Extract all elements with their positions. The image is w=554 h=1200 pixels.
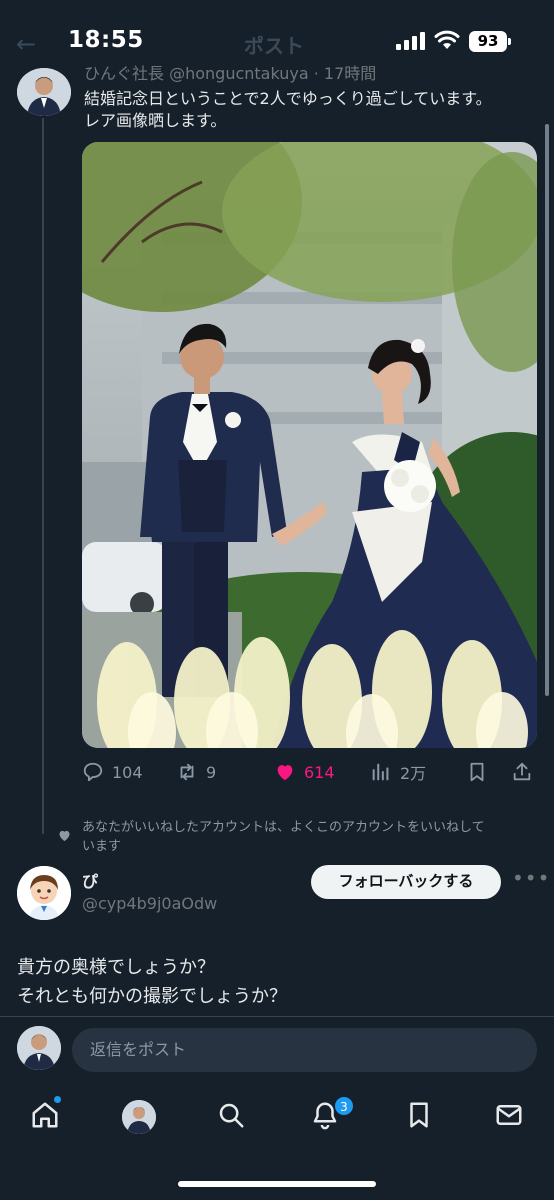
tab-home[interactable] <box>30 1100 64 1134</box>
reply-input[interactable]: 返信をポスト <box>72 1028 537 1072</box>
reply-count: 104 <box>112 762 143 782</box>
more-options-icon[interactable]: ••• <box>512 866 550 890</box>
like-count: 614 <box>304 762 335 782</box>
tab-search[interactable] <box>216 1100 250 1134</box>
wifi-icon <box>434 30 460 49</box>
messages-icon <box>496 1105 522 1125</box>
retweet-icon <box>180 763 194 781</box>
bookmarks-icon <box>410 1102 428 1128</box>
divider <box>0 1016 554 1017</box>
views-count: 2万 <box>400 764 427 783</box>
reply-icon <box>83 762 103 782</box>
back-icon[interactable]: ← <box>16 30 36 58</box>
tab-profile[interactable] <box>122 1100 156 1134</box>
reply-avatar[interactable] <box>17 866 71 920</box>
signal-icon <box>396 32 425 50</box>
follow-back-button[interactable]: フォローバックする <box>311 865 501 899</box>
scrollbar[interactable] <box>545 124 549 696</box>
home-icon <box>32 1102 58 1128</box>
search-icon <box>219 1103 244 1128</box>
retweet-count: 9 <box>206 762 217 782</box>
home-unread-dot <box>54 1096 61 1103</box>
tab-messages[interactable] <box>494 1100 528 1134</box>
heart-filled-icon <box>277 765 293 781</box>
reply-text-line: それとも何かの撮影でしょうか？ <box>17 986 287 1007</box>
liked-notice: あなたがいいねしたアカウントは、よくこのアカウントをいいねして います <box>82 818 542 856</box>
bookmark-icon <box>470 762 484 782</box>
bookmark-action[interactable] <box>466 760 488 784</box>
reply-author-handle[interactable]: @cyp4b9j0aOdw <box>82 894 217 913</box>
status-bar: ← ポスト 18:55 93 <box>0 0 554 64</box>
wedding-photo[interactable] <box>82 142 537 748</box>
analytics-icon <box>372 763 389 781</box>
status-time: 18:55 <box>68 27 144 53</box>
like-action[interactable]: 614 <box>274 760 335 784</box>
liked-notice-line: います <box>82 839 122 854</box>
reply-text-line: 貴方の奥様でしょうか？ <box>17 957 215 978</box>
home-indicator <box>178 1181 376 1187</box>
battery-icon: 93 <box>469 31 511 52</box>
retweet-action[interactable]: 9 <box>176 760 216 784</box>
page-title: ポスト <box>244 34 304 58</box>
notification-badge: 3 <box>334 1096 354 1116</box>
reply-text: 貴方の奥様でしょうか？ それとも何かの撮影でしょうか？ <box>17 953 537 1011</box>
heart-icon <box>59 830 70 842</box>
composer-avatar <box>17 1026 61 1070</box>
author-avatar[interactable] <box>17 68 71 116</box>
reply-author-name[interactable]: ぴ <box>82 868 98 892</box>
views-action[interactable]: 2万 <box>370 760 426 784</box>
liked-notice-line: あなたがいいねしたアカウントは、よくこのアカウントをいいねして <box>82 820 485 835</box>
tweet-text: 結婚記念日ということで2人でゆっくり過ごしています。 レア画像晒します。 <box>84 88 534 132</box>
tweet-text-line: レア画像晒します。 <box>84 111 227 130</box>
share-icon <box>513 762 531 781</box>
tab-bookmarks[interactable] <box>404 1100 438 1134</box>
thread-line <box>42 118 44 834</box>
share-action[interactable] <box>511 760 533 784</box>
tweet-text-line: 結婚記念日ということで2人でゆっくり過ごしています。 <box>84 89 492 108</box>
reply-action[interactable]: 104 <box>82 760 143 784</box>
